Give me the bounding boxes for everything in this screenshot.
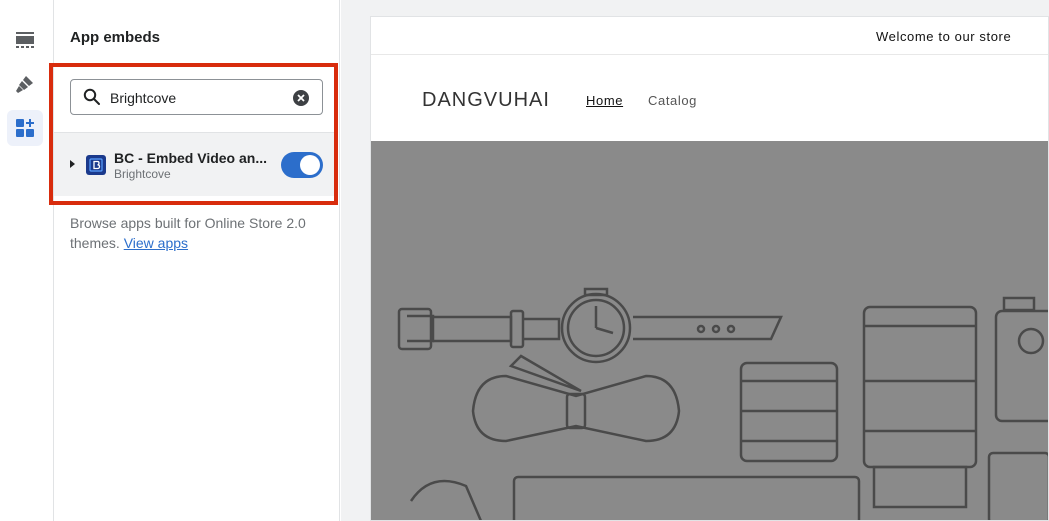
left-rail [0,0,54,521]
announcement-text: Welcome to our store [876,29,1012,44]
app-embeds-button[interactable] [7,110,43,146]
theme-settings-button[interactable] [7,66,43,102]
nav-catalog-link[interactable]: Catalog [648,93,697,108]
nav-home-link[interactable]: Home [586,93,623,108]
sections-button[interactable] [7,22,43,58]
theme-settings-icon [16,76,33,93]
hero-image [371,141,1048,520]
hero-illustration [397,287,1048,520]
app-embeds-icon [16,119,34,137]
panel-title: App embeds [70,29,161,46]
announcement-bar: Welcome to our store [371,17,1048,55]
sections-icon [16,32,34,48]
store-preview: Welcome to our store DANGVUHAI Home Cata… [370,16,1049,521]
browse-apps-text: Browse apps built for Online Store 2.0 t… [70,213,330,253]
store-name[interactable]: DANGVUHAI [422,89,550,112]
view-apps-link[interactable]: View apps [124,235,188,251]
highlight-box [49,63,338,205]
